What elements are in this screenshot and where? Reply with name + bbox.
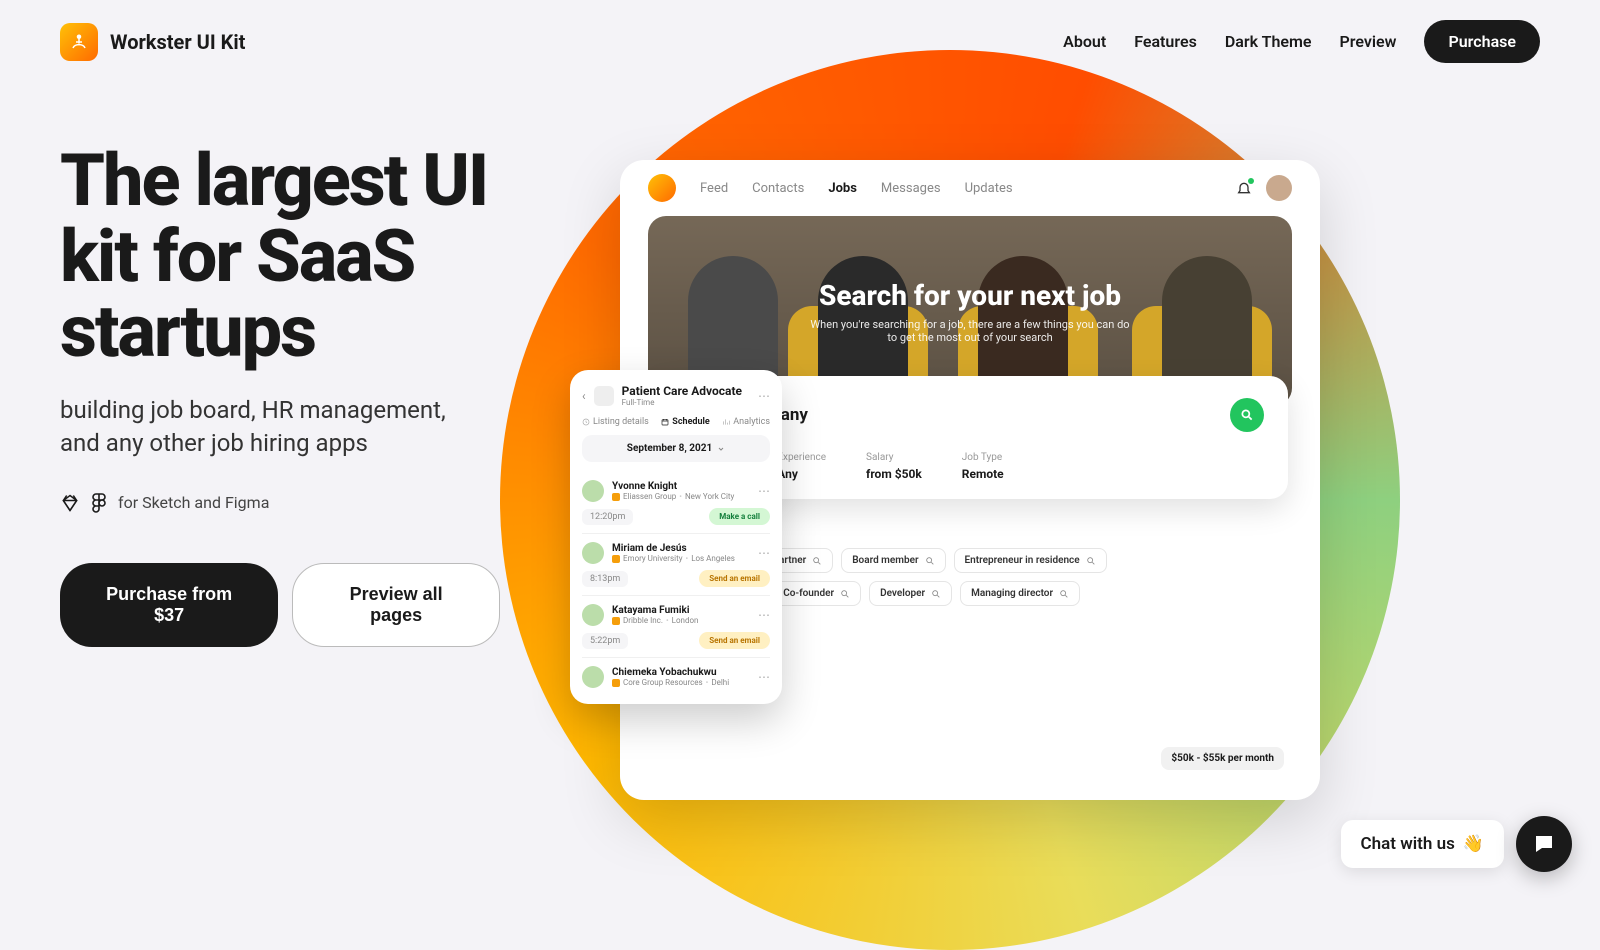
- item-more-icon[interactable]: ⋯: [758, 546, 770, 560]
- filter-salary[interactable]: Salaryfrom $50k: [866, 452, 922, 481]
- item-more-icon[interactable]: ⋯: [758, 608, 770, 622]
- avatar: [582, 542, 604, 564]
- contact-name: Miriam de Jesús: [612, 543, 735, 554]
- search-icon: [1059, 589, 1069, 599]
- chat-pill[interactable]: Chat with us 👋: [1341, 820, 1504, 868]
- user-avatar[interactable]: [1266, 175, 1292, 201]
- hero-subtitle: building job board, HR management, and a…: [60, 394, 480, 461]
- schedule-item[interactable]: Yvonne Knight Eliassen Group•New York Ci…: [582, 472, 770, 534]
- company-logo-icon: [612, 679, 620, 687]
- chat-icon: [1532, 832, 1556, 856]
- hero-section: The largest UI kit for SaaS startups bui…: [0, 83, 560, 707]
- filter-job-type[interactable]: Job TypeRemote: [962, 452, 1004, 481]
- chat-label: Chat with us: [1361, 834, 1455, 854]
- hero-title: The largest UI kit for SaaS startups: [60, 143, 500, 370]
- mock-mobile-card: ‹ Patient Care Advocate Full-Time ⋯ List…: [570, 370, 782, 704]
- item-time: 12:20pm: [582, 509, 633, 525]
- contact-meta: Eliassen Group•New York City: [612, 492, 734, 501]
- schedule-item[interactable]: Katayama Fumiki Dribble Inc.•London ⋯ 5:…: [582, 596, 770, 658]
- nav-features[interactable]: Features: [1134, 32, 1197, 51]
- brand[interactable]: Workster UI Kit: [60, 23, 245, 61]
- search-chip[interactable]: Co-founder: [772, 581, 861, 606]
- item-action-button[interactable]: Send an email: [699, 632, 770, 649]
- mock-nav-contacts[interactable]: Contacts: [752, 181, 804, 196]
- mock-app-logo-icon: [648, 174, 676, 202]
- schedule-item[interactable]: Chiemeka Yobachukwu Core Group Resources…: [582, 658, 770, 696]
- company-logo-icon: [612, 555, 620, 563]
- mobile-subtitle: Full-Time: [622, 398, 742, 407]
- company-logo-icon: [612, 617, 620, 625]
- job-icon: [594, 386, 614, 406]
- contact-name: Yvonne Knight: [612, 481, 734, 492]
- top-nav: About Features Dark Theme Preview Purcha…: [1063, 20, 1540, 63]
- contact-meta: Dribble Inc.•London: [612, 616, 698, 625]
- avatar: [582, 666, 604, 688]
- mock-search-button[interactable]: [1230, 398, 1264, 432]
- mock-nav-messages[interactable]: Messages: [881, 181, 941, 196]
- chat-button[interactable]: [1516, 816, 1572, 872]
- tab-schedule[interactable]: Schedule: [661, 417, 709, 427]
- search-icon: [812, 556, 822, 566]
- item-action-button[interactable]: Send an email: [699, 570, 770, 587]
- filter-experience[interactable]: ExperienceAny: [777, 452, 826, 481]
- chat-widget: Chat with us 👋: [1341, 816, 1572, 872]
- avatar: [582, 480, 604, 502]
- nav-preview[interactable]: Preview: [1340, 32, 1397, 51]
- contact-name: Chiemeka Yobachukwu: [612, 667, 729, 678]
- chevron-down-icon: [717, 445, 725, 453]
- company-logo-icon: [612, 493, 620, 501]
- mobile-title: Patient Care Advocate: [622, 384, 742, 398]
- brand-name: Workster UI Kit: [110, 30, 245, 54]
- item-action-button[interactable]: Make a call: [709, 508, 770, 525]
- item-more-icon[interactable]: ⋯: [758, 670, 770, 684]
- item-time: 5:22pm: [582, 633, 628, 649]
- nav-purchase-button[interactable]: Purchase: [1424, 20, 1540, 63]
- schedule-item[interactable]: Miriam de Jesús Emory University•Los Ang…: [582, 534, 770, 596]
- item-time: 8:13pm: [582, 571, 628, 587]
- search-icon: [931, 589, 941, 599]
- contact-name: Katayama Fumiki: [612, 605, 698, 616]
- contact-meta: Emory University•Los Angeles: [612, 554, 735, 563]
- tab-analytics[interactable]: Analytics: [722, 417, 770, 427]
- tools-line: for Sketch and Figma: [60, 493, 500, 513]
- mock-nav-updates[interactable]: Updates: [965, 181, 1013, 196]
- mock-hero-subtitle: When you're searching for a job, there a…: [810, 318, 1130, 344]
- mobile-tabs: Listing details Schedule Analytics: [582, 417, 770, 427]
- figma-icon: [92, 493, 106, 513]
- nav-dark-theme[interactable]: Dark Theme: [1225, 32, 1312, 51]
- nav-about[interactable]: About: [1063, 32, 1106, 51]
- cta-row: Purchase from $37 Preview all pages: [60, 563, 500, 647]
- brand-logo-icon: [60, 23, 98, 61]
- search-chip[interactable]: Managing director: [960, 581, 1080, 606]
- mock-hero-title: Search for your next job: [819, 279, 1121, 312]
- contact-meta: Core Group Resources•Delhi: [612, 678, 729, 687]
- search-chip[interactable]: Developer: [869, 581, 952, 606]
- search-icon: [840, 589, 850, 599]
- notification-dot-icon: [1248, 178, 1254, 184]
- item-more-icon[interactable]: ⋯: [758, 484, 770, 498]
- search-icon: [925, 556, 935, 566]
- more-icon[interactable]: ⋯: [758, 389, 770, 403]
- site-header: Workster UI Kit About Features Dark Them…: [0, 0, 1600, 83]
- search-icon: [1086, 556, 1096, 566]
- tools-label: for Sketch and Figma: [118, 493, 269, 512]
- job-salary-badge: $50k - $55k per month: [1161, 747, 1284, 770]
- mock-nav-jobs[interactable]: Jobs: [828, 181, 857, 196]
- date-picker[interactable]: September 8, 2021: [582, 435, 770, 462]
- mock-nav-feed[interactable]: Feed: [700, 181, 728, 196]
- bell-icon[interactable]: [1236, 180, 1252, 196]
- search-chip[interactable]: Entrepreneur in residence: [954, 548, 1107, 573]
- mock-topbar: Feed Contacts Jobs Messages Updates: [620, 160, 1320, 216]
- search-chip[interactable]: Board member: [841, 548, 945, 573]
- mock-nav: Feed Contacts Jobs Messages Updates: [700, 181, 1013, 196]
- preview-pages-button[interactable]: Preview all pages: [292, 563, 500, 647]
- purchase-button[interactable]: Purchase from $37: [60, 563, 278, 647]
- sketch-icon: [60, 493, 80, 513]
- tab-listing[interactable]: Listing details: [582, 417, 649, 427]
- back-icon[interactable]: ‹: [582, 389, 586, 403]
- avatar: [582, 604, 604, 626]
- wave-emoji-icon: 👋: [1463, 834, 1484, 854]
- schedule-list: Yvonne Knight Eliassen Group•New York Ci…: [582, 472, 770, 696]
